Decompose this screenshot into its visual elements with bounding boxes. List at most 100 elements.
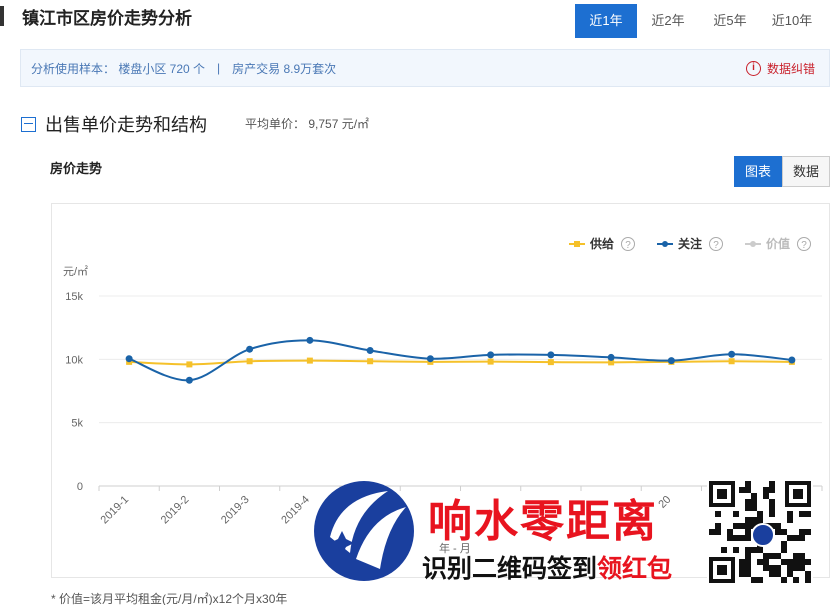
qr-module <box>739 559 745 565</box>
trend-title: 房价走势 <box>50 161 103 176</box>
qr-module <box>757 577 763 583</box>
qr-module <box>745 487 751 493</box>
qr-module <box>757 547 763 553</box>
qr-module <box>727 529 733 535</box>
qr-module <box>781 541 787 547</box>
tab-range-1-year[interactable]: 近1年 <box>575 4 637 38</box>
qr-module <box>751 517 757 523</box>
qr-finder-core <box>717 489 727 499</box>
qr-module <box>781 529 787 535</box>
tab-chart-view[interactable]: 图表 <box>734 156 782 187</box>
page-title: 镇江市区房价走势分析 <box>22 8 192 28</box>
qr-module <box>715 523 721 529</box>
legend-item-供给[interactable]: 供给? <box>569 236 635 251</box>
qr-module <box>763 559 769 565</box>
qr-module <box>775 565 781 571</box>
qr-module <box>733 523 739 529</box>
data-point-circle <box>607 353 615 361</box>
y-tick-label: 5k <box>71 418 83 430</box>
sample-info-bar: 分析使用样本： 楼盘小区 720 个 | 房产交易 8.9万套次 i 数据纠错 <box>20 49 830 87</box>
legend-item-价值[interactable]: 价值? <box>745 236 811 251</box>
qr-module <box>799 511 805 517</box>
qr-module <box>751 547 757 553</box>
qr-module <box>757 517 763 523</box>
data-point-circle <box>366 346 374 354</box>
qr-module <box>781 547 787 553</box>
help-icon-glyph: ? <box>801 240 807 251</box>
qr-module <box>781 577 787 583</box>
brand-logo <box>314 481 414 581</box>
qr-module <box>757 511 763 517</box>
qr-center-logo <box>751 523 775 547</box>
qr-module <box>793 565 799 571</box>
report-error-label: 数据纠错 <box>766 62 815 76</box>
qr-module <box>751 499 757 505</box>
promo-cta-black: 识别二维码签到 <box>422 555 598 583</box>
data-point-square <box>246 358 253 365</box>
qr-module <box>805 559 811 565</box>
qr-module <box>745 499 751 505</box>
series-line-关注 <box>128 339 792 382</box>
qr-module <box>799 565 805 571</box>
x-tick-label: 2019-3 <box>219 494 252 527</box>
qr-module <box>751 505 757 511</box>
legend-label: 关注 <box>678 236 702 251</box>
tab-range-10-years[interactable]: 近10年 <box>761 4 823 38</box>
promo-watermark: 响水零距离 识别二维码签到领红包 <box>310 475 826 595</box>
tab-range-5-years[interactable]: 近5年 <box>699 4 761 38</box>
qr-module <box>793 559 799 565</box>
qr-finder-core <box>717 565 727 575</box>
legend-label: 价值 <box>766 236 790 251</box>
qr-module <box>751 577 757 583</box>
data-point-square <box>306 357 313 364</box>
qr-module <box>739 571 745 577</box>
data-point-circle <box>125 355 133 363</box>
promo-cta-red: 领红包 <box>597 555 673 583</box>
qr-module <box>769 499 775 505</box>
report-error-link[interactable]: i 数据纠错 <box>745 60 815 77</box>
y-axis-label: 元/㎡ <box>63 265 88 278</box>
qr-module <box>787 565 793 571</box>
tab-data-view[interactable]: 数据 <box>782 156 830 187</box>
collapse-minus-icon[interactable] <box>21 116 36 132</box>
promo-brand-text: 响水零距离 <box>428 496 658 547</box>
qr-module <box>805 529 811 535</box>
qr-module <box>745 559 751 565</box>
x-tick-label: 2019-2 <box>159 494 192 527</box>
qr-module <box>745 523 751 529</box>
qr-module <box>787 511 793 517</box>
promo-cta-text: 识别二维码签到领红包 <box>422 549 672 585</box>
y-tick-label: 0 <box>77 481 83 493</box>
qr-module <box>769 571 775 577</box>
average-price: 平均单价： 9,757 元/㎡ <box>245 117 370 131</box>
qr-module <box>739 565 745 571</box>
qr-module <box>805 571 811 577</box>
qr-module <box>775 571 781 577</box>
legend-marker <box>750 241 756 247</box>
data-point-circle <box>728 350 736 358</box>
data-point-circle <box>306 336 314 344</box>
qr-module <box>763 493 769 499</box>
qr-module <box>745 565 751 571</box>
qr-module <box>769 487 775 493</box>
legend-item-关注[interactable]: 关注? <box>657 236 723 251</box>
data-point-square <box>367 358 374 365</box>
legend-label: 供给 <box>589 236 614 251</box>
qr-module <box>715 529 721 535</box>
qr-module <box>751 493 757 499</box>
qr-module <box>757 559 763 565</box>
qr-module <box>781 559 787 565</box>
data-point-circle <box>185 376 193 384</box>
qr-code-icon[interactable] <box>707 479 813 585</box>
qr-module <box>799 559 805 565</box>
data-point-circle <box>788 356 796 364</box>
qr-module <box>745 553 751 559</box>
range-tabs: 近1年 近2年 近5年 近10年 <box>575 4 823 38</box>
qr-module <box>727 535 733 541</box>
qr-module <box>799 535 805 541</box>
qr-module <box>763 553 769 559</box>
x-tick-label: 2019-4 <box>279 494 312 527</box>
y-tick-label: 10k <box>65 354 83 366</box>
qr-module <box>775 523 781 529</box>
tab-range-2-years[interactable]: 近2年 <box>637 4 699 38</box>
